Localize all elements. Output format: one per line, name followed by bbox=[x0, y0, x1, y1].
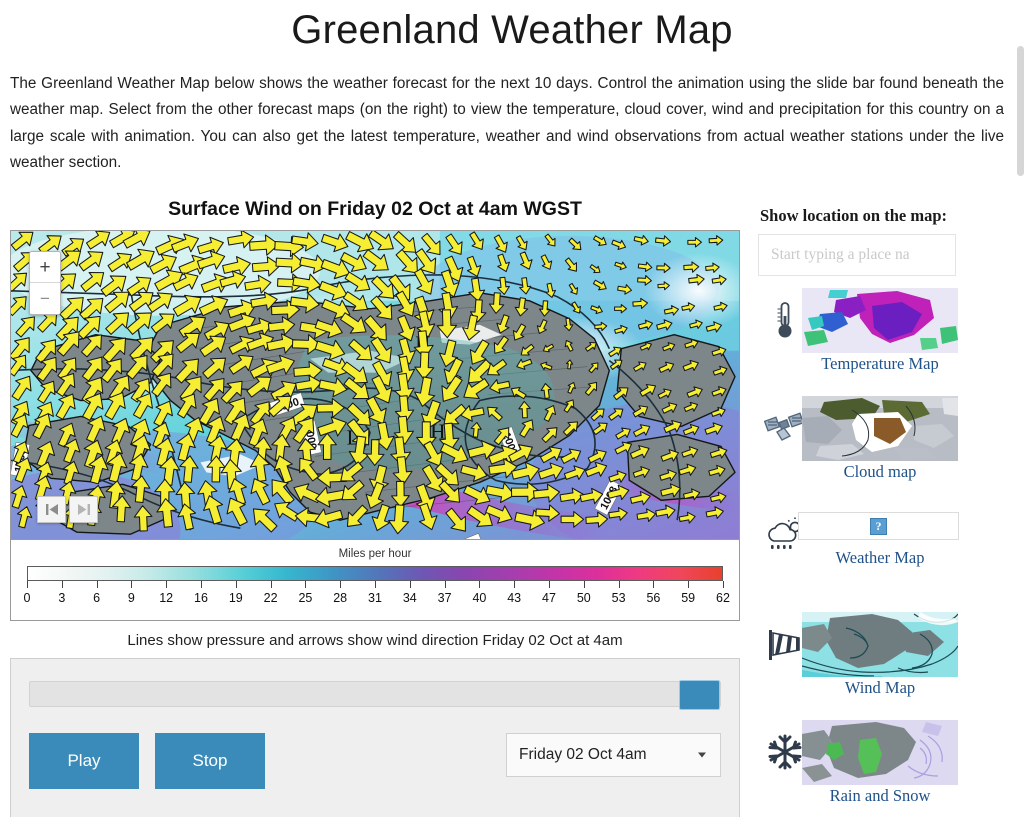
legend-tick-label: 40 bbox=[472, 591, 487, 606]
cloud-map-thumbnail[interactable] bbox=[802, 396, 958, 462]
legend-tick bbox=[166, 581, 168, 589]
legend-tick-label: 6 bbox=[93, 591, 101, 606]
broken-image-icon: ? bbox=[870, 517, 887, 535]
chevron-down-icon bbox=[698, 752, 706, 758]
sidebar-item-label: Wind Map bbox=[844, 678, 916, 698]
legend-tick bbox=[96, 581, 98, 589]
skip-forward-icon[interactable] bbox=[69, 496, 98, 524]
legend-unit-label: Miles per hour bbox=[338, 548, 412, 561]
legend-tick bbox=[688, 581, 690, 589]
wind-speed-legend: Miles per hour 0 3 6 9 12 16 19 22 25 28 31 34 37 40 4… bbox=[10, 540, 740, 622]
weather-map-thumbnail-broken[interactable]: ? bbox=[798, 512, 959, 541]
location-heading: Show location on the map: bbox=[760, 206, 948, 226]
legend-tick-label: 53 bbox=[611, 591, 626, 606]
place-search-input[interactable] bbox=[758, 234, 956, 277]
legend-tick-label: 22 bbox=[263, 591, 278, 606]
playback-button-row: Play Stop Friday 02 Oct 4am bbox=[29, 733, 721, 790]
legend-tick bbox=[444, 581, 446, 589]
legend-tick-label: 37 bbox=[437, 591, 452, 606]
legend-tick bbox=[514, 581, 516, 589]
legend-tick-label: 47 bbox=[542, 591, 556, 606]
map-playback-controls[interactable] bbox=[37, 496, 101, 524]
skip-forward-glyph bbox=[77, 504, 90, 516]
legend-tick-labels: 0 3 6 9 12 16 19 22 25 28 31 34 37 40 43 47 50 53 56 59 62 bbox=[23, 591, 730, 608]
snowflake-icon bbox=[764, 726, 806, 778]
page-title: Greenland Weather Map bbox=[291, 8, 733, 52]
legend-tick bbox=[235, 581, 237, 589]
sidebar-item-label: Weather Map bbox=[835, 548, 925, 568]
map-column: Surface Wind on Friday 02 Oct at 4am WGS… bbox=[10, 198, 740, 817]
page-scrollbar[interactable] bbox=[1017, 46, 1024, 176]
legend-tick-label: 16 bbox=[194, 591, 208, 606]
legend-color-bar bbox=[27, 566, 723, 582]
legend-tick bbox=[375, 581, 376, 589]
legend-tick-label: 0 bbox=[23, 591, 31, 606]
thermometer-icon bbox=[764, 294, 806, 346]
legend-tick bbox=[723, 581, 724, 589]
windsock-icon bbox=[764, 618, 806, 670]
zoom-out-button[interactable]: − bbox=[30, 283, 60, 315]
stop-button[interactable]: Stop bbox=[155, 733, 265, 790]
animation-control-panel: Play Stop Friday 02 Oct 4am bbox=[10, 658, 740, 817]
legend-tick bbox=[653, 581, 655, 589]
timestep-select[interactable]: Friday 02 Oct 4am bbox=[506, 733, 721, 778]
legend-tick bbox=[618, 581, 620, 589]
legend-tick bbox=[131, 581, 133, 589]
legend-tick bbox=[305, 581, 307, 589]
wind-map-graphic: 1008 1008 1000 1000 bbox=[11, 231, 739, 540]
sidebar-item-label: Temperature Map bbox=[821, 354, 939, 374]
weather-map[interactable]: 1008 1008 1000 1000 bbox=[10, 230, 740, 541]
legend-tick-label: 31 bbox=[368, 591, 382, 606]
timestep-select-value: Friday 02 Oct 4am bbox=[519, 746, 647, 764]
legend-tick bbox=[583, 581, 585, 589]
legend-tick-label: 25 bbox=[298, 591, 313, 606]
legend-tick-label: 50 bbox=[576, 591, 591, 606]
rain-and-snow-thumbnail[interactable] bbox=[802, 720, 958, 786]
sidebar-item-weather-map[interactable]: ? Weather Map bbox=[758, 504, 1014, 600]
sidebar-item-cloud-map[interactable]: Cloud map bbox=[758, 396, 1014, 492]
legend-tick-label: 59 bbox=[681, 591, 696, 606]
temperature-map-thumbnail[interactable] bbox=[802, 288, 958, 354]
sidebar-item-rain-and-snow[interactable]: Rain and Snow bbox=[758, 720, 1014, 816]
legend-tick bbox=[340, 581, 342, 589]
play-button[interactable]: Play bbox=[29, 733, 139, 790]
legend-tick-label: 34 bbox=[402, 591, 417, 606]
legend-tick-label: 3 bbox=[58, 591, 66, 606]
sidebar-item-wind-map[interactable]: Wind Map bbox=[758, 612, 1014, 708]
skip-back-icon[interactable] bbox=[37, 496, 66, 524]
legend-tick bbox=[479, 581, 481, 589]
legend-tick bbox=[61, 581, 63, 589]
sidebar-item-label: Rain and Snow bbox=[829, 786, 931, 806]
satellite-icon bbox=[764, 402, 806, 454]
map-title: Surface Wind on Friday 02 Oct at 4am WGS… bbox=[168, 198, 582, 221]
legend-tick bbox=[201, 581, 202, 589]
sidebar-item-temperature-map[interactable]: Temperature Map bbox=[758, 288, 1014, 384]
animation-slider[interactable] bbox=[29, 680, 721, 711]
sidebar-item-label: Cloud map bbox=[843, 462, 917, 482]
legend-tick-label: 56 bbox=[646, 591, 661, 606]
legend-tick bbox=[549, 581, 550, 589]
legend-tick-label: 62 bbox=[716, 591, 730, 606]
legend-bar-wrapper: 0 3 6 9 12 16 19 22 25 28 31 34 37 40 43 47 50 53 56 59 62 bbox=[11, 566, 739, 608]
map-caption: Lines show pressure and arrows show wind… bbox=[127, 632, 623, 650]
legend-tick bbox=[270, 581, 272, 589]
legend-tick-label: 12 bbox=[159, 591, 174, 606]
wind-map-thumbnail[interactable] bbox=[802, 612, 958, 678]
legend-tick-label: 19 bbox=[228, 591, 243, 606]
legend-tick bbox=[27, 581, 28, 589]
legend-tick-label: 9 bbox=[127, 591, 135, 606]
zoom-in-button[interactable]: + bbox=[30, 252, 60, 284]
intro-paragraph: The Greenland Weather Map below shows th… bbox=[10, 75, 1004, 171]
legend-tick-label: 28 bbox=[333, 591, 348, 606]
map-zoom-control[interactable]: + − bbox=[29, 251, 61, 316]
weather-map-page: Greenland Weather Map The Greenland Weat… bbox=[0, 8, 1024, 817]
skip-back-glyph bbox=[45, 504, 58, 516]
legend-ticks bbox=[27, 581, 724, 589]
slider-handle[interactable] bbox=[679, 680, 720, 711]
legend-tick bbox=[409, 581, 411, 589]
legend-tick-label: 43 bbox=[507, 591, 522, 606]
sidebar: Show location on the map: Start typing a… bbox=[758, 206, 1014, 817]
